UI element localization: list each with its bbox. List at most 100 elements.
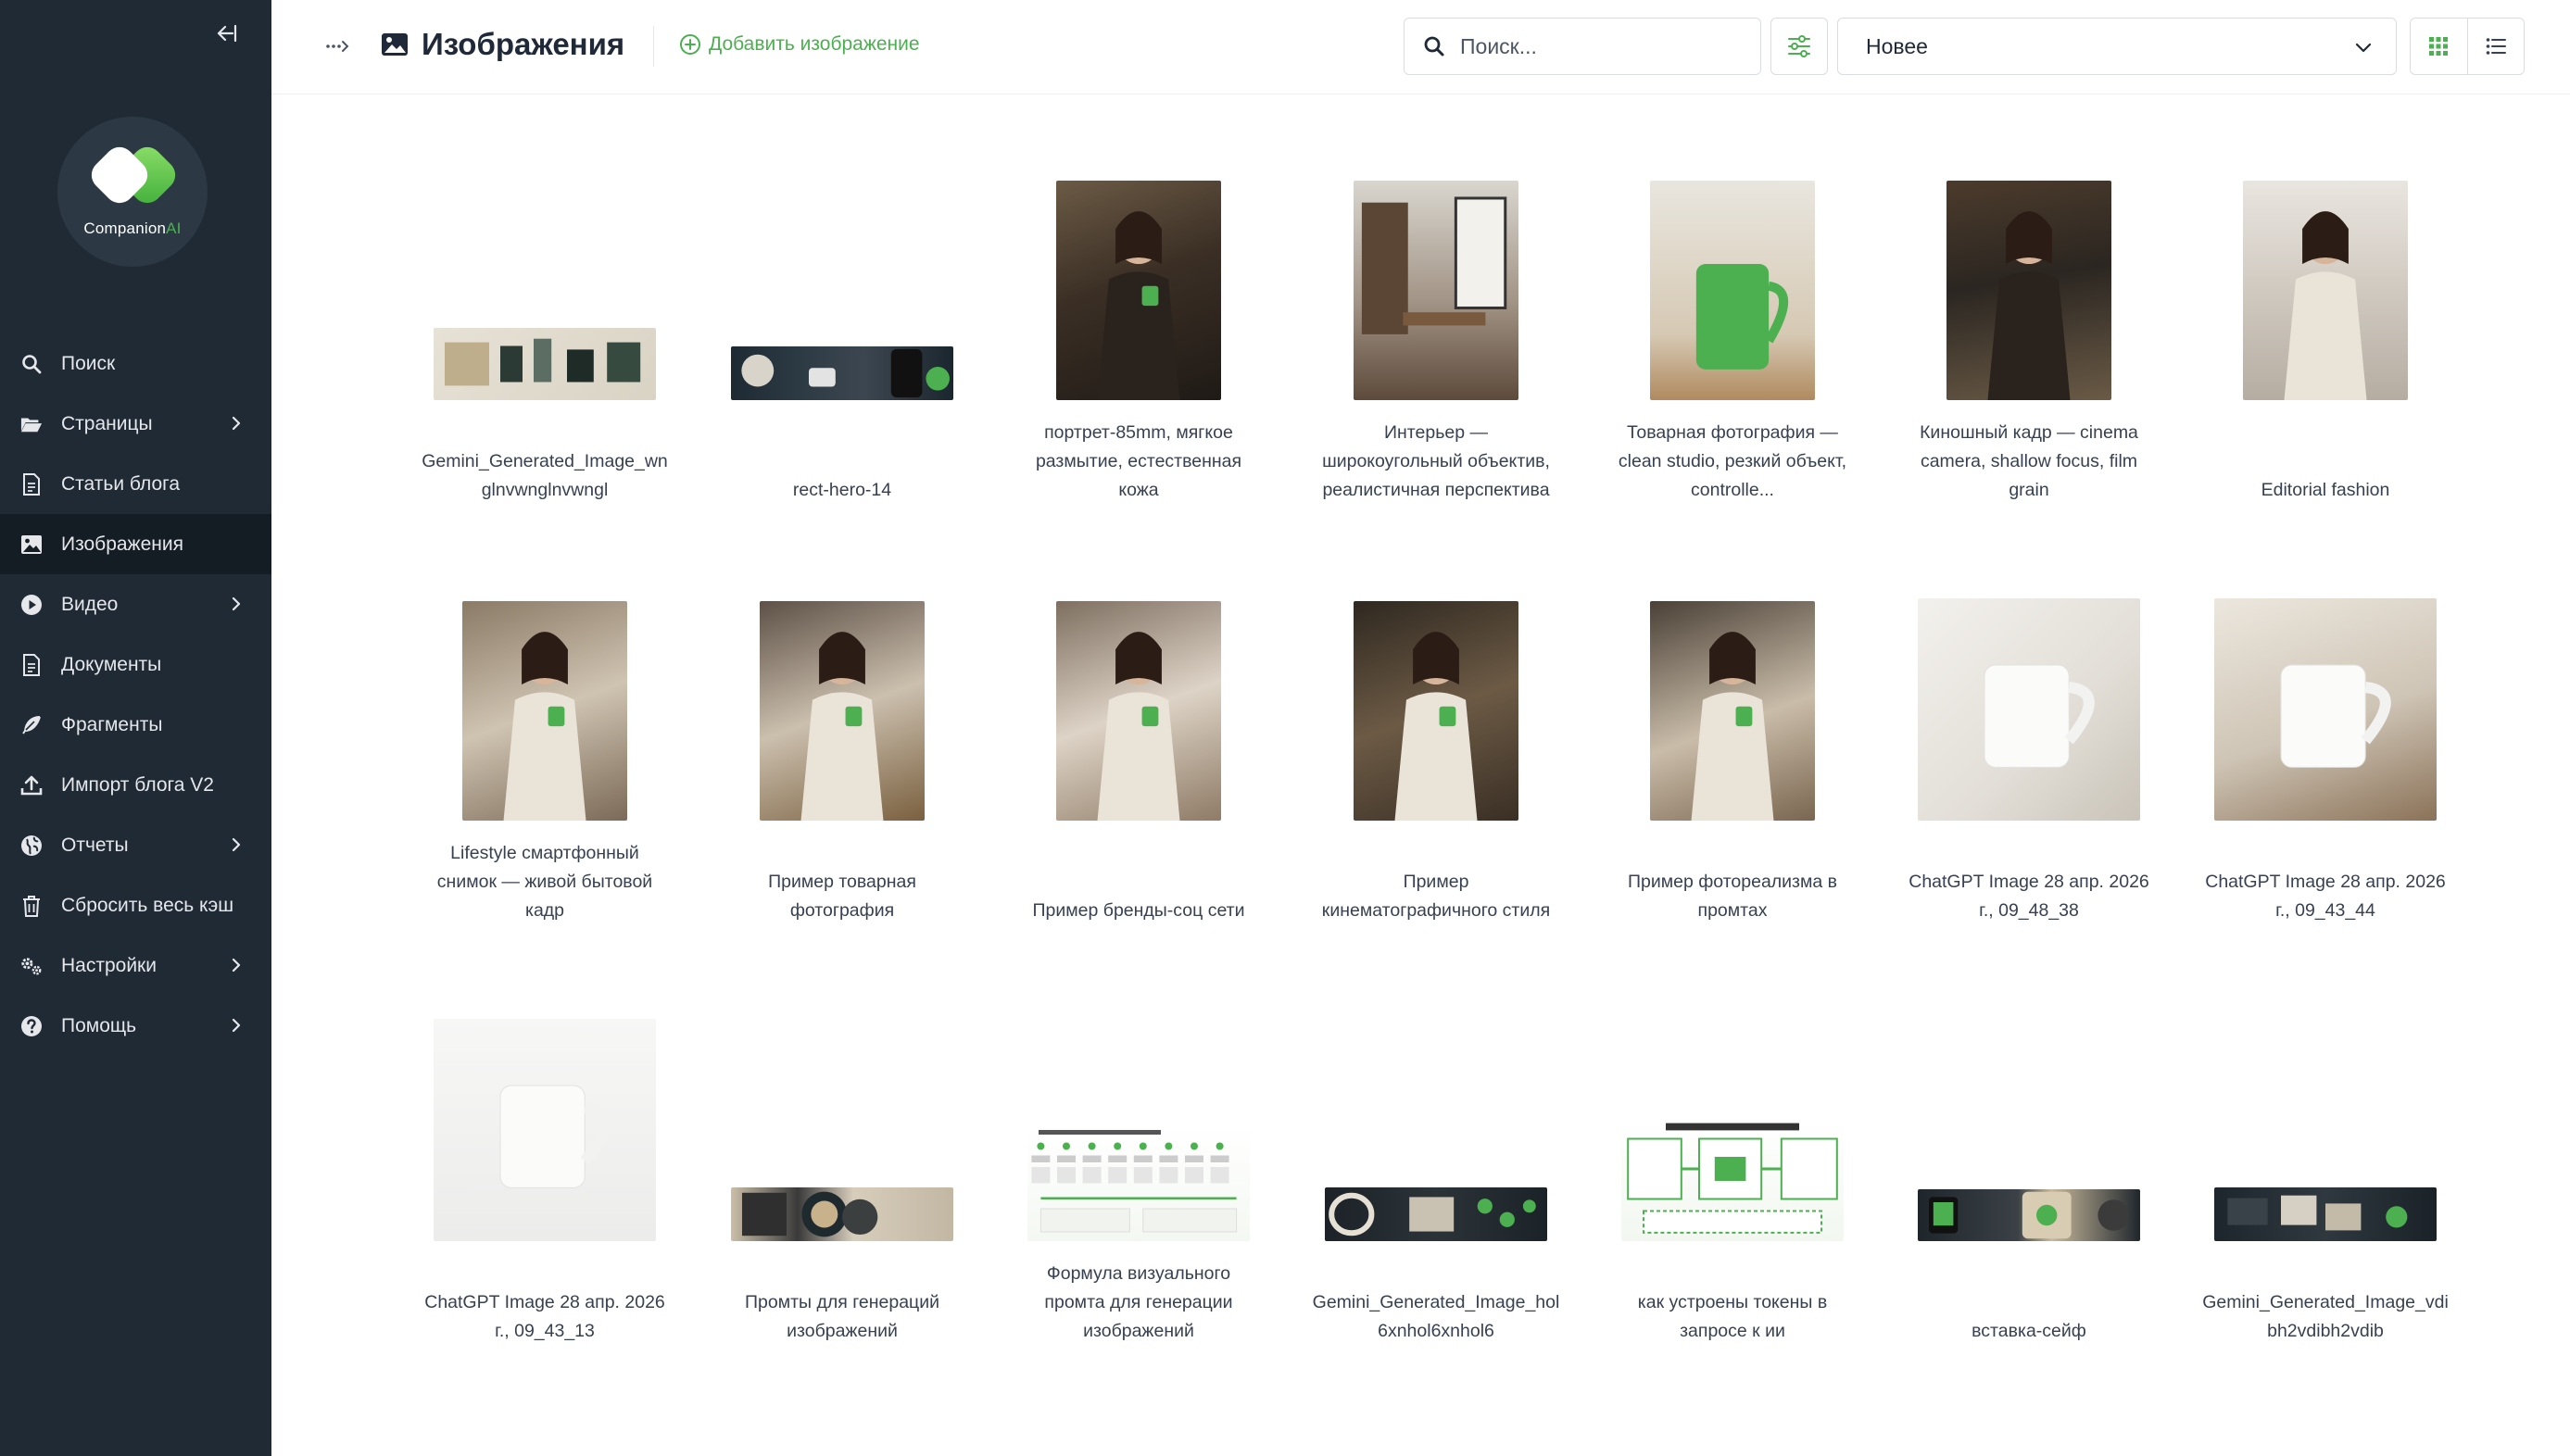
chevron-right-icon <box>227 835 246 854</box>
caption-line: портрет-85mm, мягкое <box>1044 422 1233 443</box>
image-thumbnail[interactable] <box>1056 601 1221 821</box>
collapse-sidebar-button[interactable] <box>211 19 241 48</box>
image-caption: Gemini_Generated_Image_vdi bh2vdibh2vdib <box>2186 1288 2464 1346</box>
document-icon <box>20 653 43 676</box>
sidebar-item-label: Настройки <box>61 954 157 976</box>
caption-line: кинематографичного стиля <box>1321 900 1551 921</box>
image-thumbnail[interactable] <box>1621 1121 1844 1241</box>
sidebar-item-5[interactable]: Документы <box>0 634 271 695</box>
view-toggle <box>2410 18 2525 75</box>
sidebar-item-10[interactable]: Настройки <box>0 935 271 996</box>
trash-icon <box>20 895 43 917</box>
image-caption: вставка-сейф <box>1890 1317 2168 1346</box>
dots-arrow-icon <box>326 41 349 52</box>
caption-line: Editorial fashion <box>2261 480 2390 500</box>
list-view-button[interactable] <box>2466 19 2524 74</box>
caption-line: вставка-сейф <box>1972 1321 2086 1341</box>
sidebar-item-1[interactable]: Страницы <box>0 394 271 454</box>
image-caption: Gemini_Generated_Image_hol 6xnhol6xnhol6 <box>1297 1288 1575 1346</box>
image-thumbnail[interactable] <box>434 1019 656 1241</box>
image-thumbnail[interactable] <box>2243 181 2408 400</box>
caption-line: кожа <box>1118 480 1159 500</box>
expand-menu-button[interactable] <box>321 31 355 61</box>
sidebar-item-7[interactable]: Импорт блога V2 <box>0 755 271 815</box>
sidebar-item-4[interactable]: Видео <box>0 574 271 634</box>
image-thumbnail[interactable] <box>462 601 627 821</box>
globe-icon <box>20 835 43 857</box>
sliders-icon <box>1788 35 1810 57</box>
caption-line: Формула визуального <box>1046 1263 1231 1284</box>
image-thumbnail[interactable] <box>760 601 925 821</box>
image-thumbnail[interactable] <box>1946 181 2111 400</box>
search-input[interactable] <box>1460 33 1738 59</box>
caption-line: Gemini_Generated_Image_wn <box>422 451 668 471</box>
chevron-right-icon <box>227 595 246 613</box>
filter-button[interactable] <box>1770 18 1828 75</box>
caption-line: г., 09_43_13 <box>495 1321 595 1341</box>
image-caption: Пример товарная фотография <box>703 868 981 925</box>
image-thumbnail[interactable] <box>731 1187 953 1241</box>
caption-line: ChatGPT Image 28 апр. 2026 <box>1909 872 2149 892</box>
sidebar-item-2[interactable]: Статьи блога <box>0 454 271 514</box>
sidebar-item-0[interactable]: Поиск <box>0 333 271 394</box>
caption-line: кадр <box>524 900 565 921</box>
chevron-right-icon <box>227 956 246 974</box>
search-box[interactable] <box>1404 18 1761 75</box>
caption-line: промтах <box>1697 900 1768 921</box>
image-thumbnail[interactable] <box>1650 181 1815 400</box>
image-icon <box>382 33 408 56</box>
sidebar-item-3[interactable]: Изображения <box>0 514 271 574</box>
caption-line: Киношный кадр — cinema <box>1920 422 2138 443</box>
caption-line: размытие, естественная <box>1035 451 1242 471</box>
sidebar-item-label: Отчеты <box>61 834 129 856</box>
caption-line: camera, shallow focus, film <box>1920 451 2138 471</box>
caption-line: г., 09_48_38 <box>1979 900 2079 921</box>
image-thumbnail[interactable] <box>1918 1189 2140 1241</box>
caption-line: промта для генерации <box>1044 1292 1233 1312</box>
image-thumbnail[interactable] <box>2214 1187 2437 1241</box>
add-image-button[interactable]: Добавить изображение <box>679 30 920 59</box>
caption-line: ChatGPT Image 28 апр. 2026 <box>2205 872 2446 892</box>
document-icon <box>20 472 43 496</box>
caption-line: controlle... <box>1691 480 1774 500</box>
sidebar-item-label: Поиск <box>61 352 116 374</box>
image-thumbnail[interactable] <box>434 328 656 400</box>
image-thumbnail[interactable] <box>1354 601 1518 821</box>
image-thumbnail[interactable] <box>2214 598 2437 821</box>
sidebar-item-9[interactable]: Сбросить весь кэш <box>0 875 271 935</box>
caption-line: Lifestyle смартфонный <box>450 843 639 863</box>
image-caption: Пример бренды-соц сети <box>1000 897 1278 925</box>
sidebar-item-6[interactable]: Фрагменты <box>0 695 271 755</box>
image-thumbnail[interactable] <box>1650 601 1815 821</box>
image-thumbnail[interactable] <box>1056 181 1221 400</box>
sidebar-item-11[interactable]: Помощь <box>0 996 271 1056</box>
caption-line: запросе к ии <box>1680 1321 1785 1341</box>
sort-select[interactable]: Новее <box>1837 18 2397 75</box>
feather-icon <box>20 714 43 736</box>
image-thumbnail[interactable] <box>731 346 953 400</box>
header-divider <box>653 26 654 67</box>
brand-name: CompanionAI <box>83 220 182 237</box>
image-thumbnail[interactable] <box>1918 598 2140 821</box>
help-icon <box>20 1015 43 1037</box>
grid-view-button[interactable] <box>2411 19 2467 74</box>
image-thumbnail[interactable] <box>1027 1125 1250 1241</box>
caption-line: Gemini_Generated_Image_hol <box>1312 1292 1560 1312</box>
image-caption: Lifestyle смартфонный снимок — живой быто… <box>406 839 684 925</box>
caption-line: изображений <box>1083 1321 1194 1341</box>
search-icon <box>1424 36 1444 56</box>
caption-line: фотография <box>789 900 895 921</box>
image-thumbnail[interactable] <box>1354 181 1518 400</box>
brand-logo[interactable]: CompanionAI <box>57 117 208 267</box>
image-caption: ChatGPT Image 28 апр. 2026 г., 09_48_38 <box>1890 868 2168 925</box>
top-bar: Изображения Добавить изображение Новее <box>271 0 2570 94</box>
image-caption: Editorial fashion <box>2186 476 2464 505</box>
image-caption: Промты для генераций изображений <box>703 1288 981 1346</box>
caption-line: Пример товарная <box>768 872 916 892</box>
image-caption: Интерьер — широкоугольный объектив, реалис… <box>1297 419 1575 505</box>
image-thumbnail[interactable] <box>1325 1187 1547 1241</box>
caption-line: Товарная фотография — <box>1627 422 1838 443</box>
sidebar-item-8[interactable]: Отчеты <box>0 815 271 875</box>
sidebar-item-label: Помощь <box>61 1014 137 1036</box>
image-caption: Пример фотореализма в промтах <box>1594 868 1871 925</box>
